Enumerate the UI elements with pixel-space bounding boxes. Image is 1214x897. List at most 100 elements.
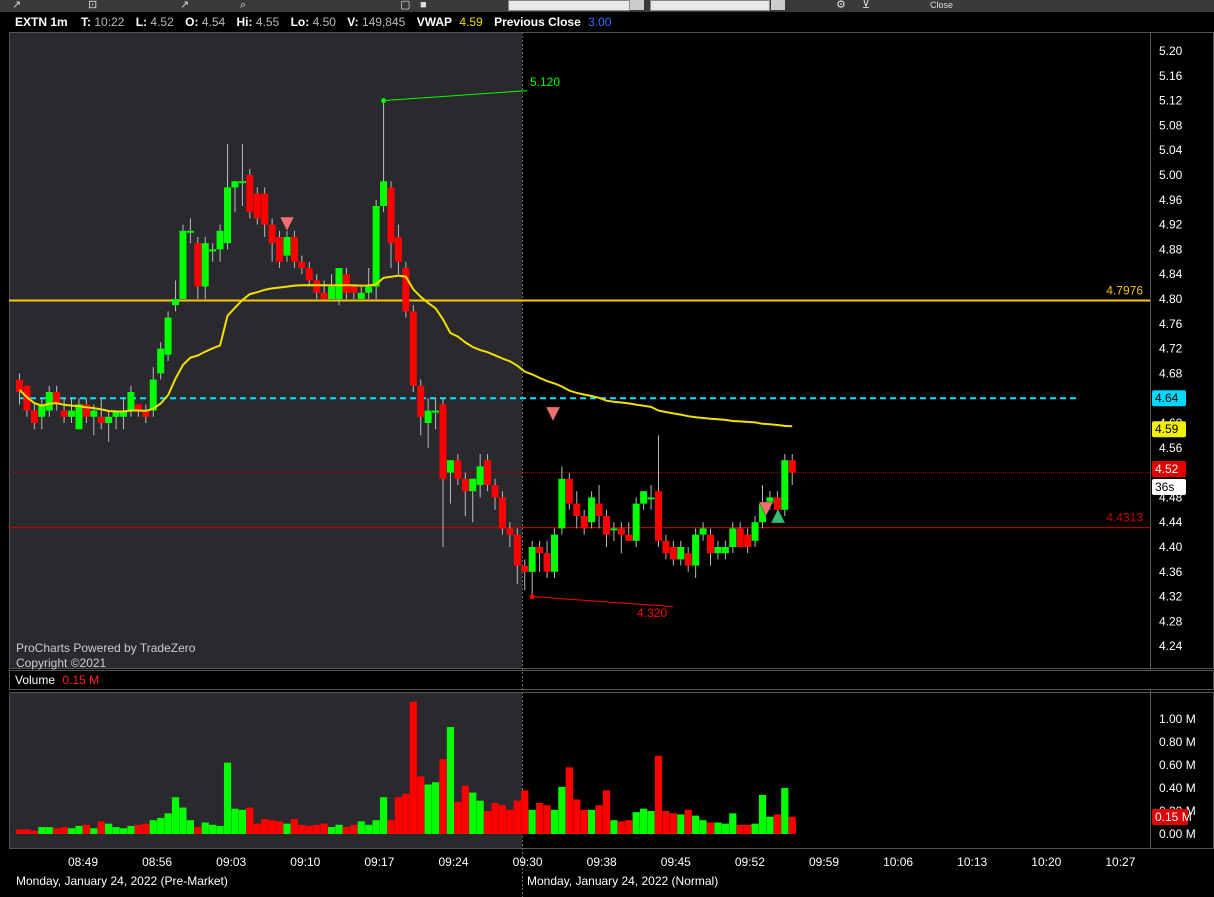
- volume-bar: [721, 823, 729, 834]
- volume-bar: [261, 819, 269, 834]
- volume-bar: [67, 828, 76, 834]
- candle-body: [446, 460, 454, 473]
- volume-tick-label: 1.00 M: [1159, 712, 1196, 726]
- price-tick-label: 4.44: [1159, 515, 1183, 529]
- volume-bar: [610, 820, 618, 834]
- price-tick-label: 4.40: [1159, 540, 1183, 554]
- volume-bar: [565, 767, 573, 834]
- candle-body: [328, 286, 336, 299]
- time-tick-label: 10:13: [957, 855, 987, 869]
- volume-bar: [528, 809, 536, 834]
- candle-body: [469, 478, 477, 492]
- volume-header-value: 0.15 M: [62, 673, 100, 687]
- volume-bar: [290, 819, 299, 834]
- volume-bar: [394, 797, 403, 834]
- candle-body: [432, 410, 440, 413]
- volume-bar: [454, 801, 462, 834]
- candle-body: [335, 268, 343, 299]
- volume-bar: [164, 813, 172, 834]
- candle-body: [186, 230, 194, 233]
- price-tick-label: 5.04: [1159, 143, 1183, 157]
- candle-body: [476, 466, 484, 485]
- candle-body: [506, 528, 514, 535]
- volume-bar: [654, 755, 663, 834]
- volume-bar: [677, 814, 685, 834]
- price-tick-label: 5.00: [1159, 168, 1183, 182]
- volume-bar: [268, 820, 276, 834]
- volume-bar: [431, 782, 440, 834]
- candle-body: [372, 206, 380, 287]
- volume-bar: [729, 813, 737, 834]
- candle-body: [684, 553, 692, 566]
- time-tick-label: 09:59: [809, 855, 839, 869]
- volume-bar: [320, 823, 328, 834]
- price-tick-label: 4.28: [1159, 614, 1183, 628]
- volume-bar: [246, 807, 254, 834]
- candle-body: [90, 410, 98, 417]
- candle-body: [201, 243, 209, 287]
- candle-body: [342, 274, 350, 293]
- volume-header-label: Volume: [15, 673, 56, 687]
- volume-bar: [253, 823, 261, 834]
- candle-body: [409, 311, 417, 386]
- candle-body: [610, 528, 618, 531]
- candle-body: [320, 292, 328, 299]
- volume-bar: [766, 816, 774, 834]
- candle-body: [60, 410, 68, 417]
- volume-bar: [662, 811, 670, 834]
- volume-bar: [469, 792, 477, 834]
- candle-body: [97, 416, 105, 423]
- volume-bar: [90, 828, 98, 834]
- volume-bar: [171, 797, 180, 834]
- time-tick-label: 09:45: [661, 855, 691, 869]
- volume-bar: [134, 824, 142, 834]
- candle-body: [209, 249, 217, 252]
- price-tick-label: 4.84: [1159, 267, 1183, 281]
- volume-bar: [595, 805, 603, 834]
- time-tick-label: 08:49: [68, 855, 98, 869]
- volume-bar: [60, 827, 68, 834]
- candle-body: [498, 497, 506, 529]
- volume-bar: [223, 762, 232, 834]
- candle-body: [617, 528, 625, 535]
- volume-bar: [543, 805, 551, 834]
- volume-bar: [112, 827, 120, 834]
- volume-bar: [498, 805, 507, 834]
- price-tick-label: 4.96: [1159, 193, 1183, 207]
- candle-body: [625, 534, 633, 541]
- candle-body: [558, 478, 566, 529]
- time-tick-label: 08:56: [142, 855, 172, 869]
- vwap-tag-text: 4.59: [1155, 422, 1179, 436]
- volume-bar: [714, 822, 722, 834]
- candle-body: [647, 497, 655, 500]
- price-tick-label: 4.92: [1159, 218, 1183, 232]
- candle-body: [521, 565, 529, 572]
- candle-body: [127, 392, 135, 411]
- price-tick-label: 5.20: [1159, 44, 1183, 58]
- volume-bar: [402, 793, 410, 834]
- price-level-label: 4.4313: [1106, 511, 1143, 525]
- candle-body: [68, 410, 76, 417]
- volume-bar: [15, 829, 24, 834]
- candle-body: [595, 503, 603, 516]
- price-tick-label: 4.36: [1159, 565, 1183, 579]
- volume-bar: [238, 809, 246, 834]
- premarket-session-label: Monday, January 24, 2022 (Pre-Market): [16, 874, 228, 888]
- volume-bar: [647, 811, 655, 834]
- watermark-line2: Copyright ©2021: [16, 656, 107, 670]
- time-tick-label: 09:10: [290, 855, 320, 869]
- dashed-level-tag-text: 4.64: [1155, 391, 1179, 405]
- volume-bar: [773, 814, 781, 834]
- volume-bar: [692, 815, 700, 834]
- price-tick-label: 4.88: [1159, 242, 1183, 256]
- current-price-tag-text: 4.52: [1155, 462, 1179, 476]
- sell-marker-icon: [545, 406, 561, 422]
- price-chart[interactable]: 5.20 5.16 5.12 5.08 5.04 5.00 4.96 4.92 4.88 4.84…: [0, 0, 1214, 897]
- volume-bar: [305, 825, 313, 834]
- candle-body: [454, 460, 462, 479]
- volume-bar: [417, 776, 425, 834]
- volume-bar: [342, 827, 351, 834]
- volume-bar: [788, 816, 796, 834]
- price-tick-label: 5.08: [1159, 118, 1183, 132]
- candle-body: [588, 497, 596, 523]
